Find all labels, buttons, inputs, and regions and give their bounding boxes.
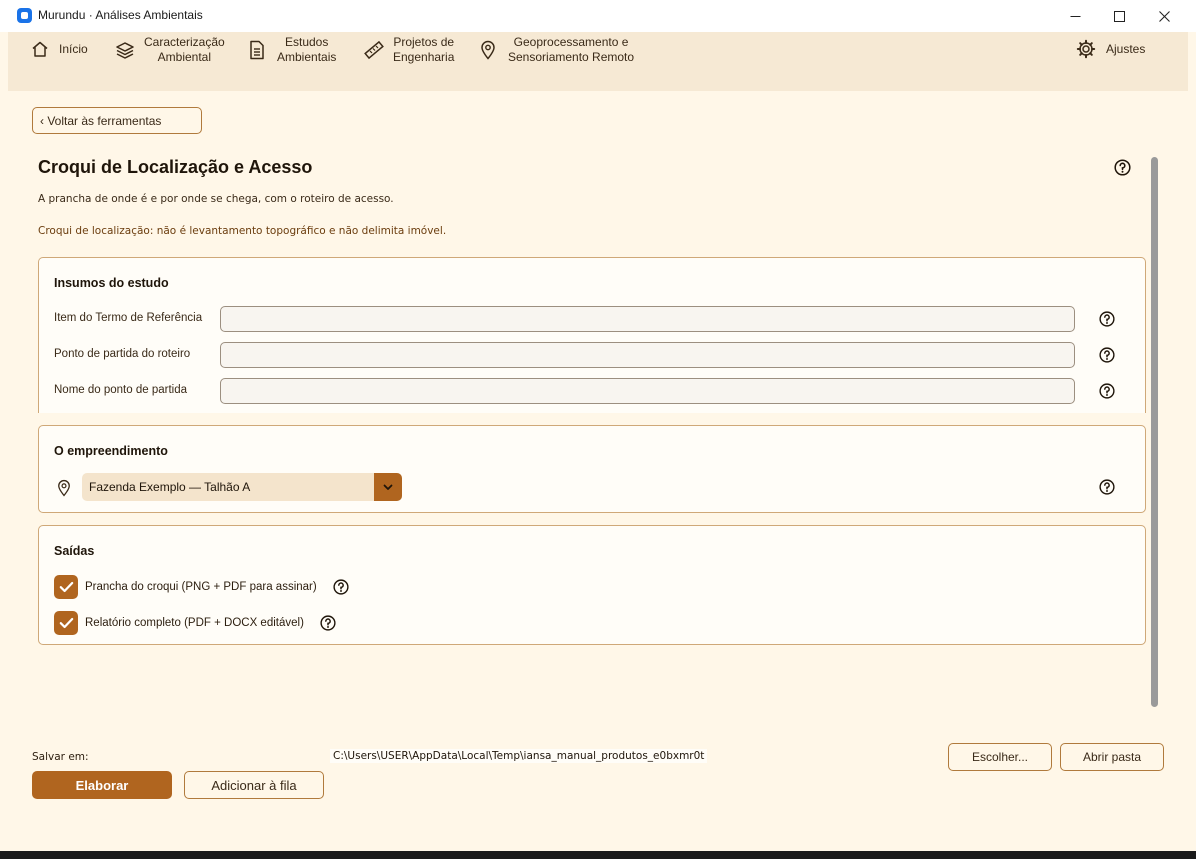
location-pin-icon [481, 40, 495, 60]
maximize-icon [1113, 10, 1125, 22]
nav-item-inicio[interactable]: Início [31, 40, 88, 58]
help-icon[interactable] [1099, 311, 1115, 327]
save-path-value: C:\Users\USER\AppData\Local\Temp\iansa_m… [330, 749, 708, 763]
panel-title: O empreendimento [54, 444, 168, 458]
start-name-input[interactable] [220, 378, 1075, 404]
nav-label: Caracterização Ambiental [144, 35, 225, 64]
nav-label: Início [59, 41, 88, 56]
chevron-down-icon[interactable] [374, 473, 402, 501]
panel-title: Saídas [54, 544, 95, 558]
minimize-button[interactable] [1052, 0, 1098, 32]
ruler-icon [364, 40, 384, 60]
help-icon[interactable] [1114, 159, 1131, 176]
nav-label: Geoprocessamento e Sensoriamento Remoto [508, 35, 635, 64]
page-note: Croqui de localização: não é levantament… [38, 225, 447, 237]
nav-label: Estudos Ambientais [277, 35, 337, 64]
top-navigation: Início Caracterização Ambiental Estudos … [8, 32, 1188, 91]
add-to-queue-button[interactable]: Adicionar à fila [184, 771, 324, 799]
save-location-label: Salvar em: [32, 751, 89, 763]
project-select-value: Fazenda Exemplo — Talhão A [89, 480, 251, 494]
help-icon[interactable] [1099, 347, 1115, 363]
check-icon [59, 617, 73, 629]
report-option-label: Relatório completo (PDF + DOCX editável) [85, 617, 304, 629]
minimize-icon [1070, 15, 1080, 17]
nav-label: Projetos de Engenharia [393, 35, 455, 64]
nav-item-geoprocessamento[interactable]: Geoprocessamento e Sensoriamento Remoto [480, 35, 634, 65]
nav-item-projetos[interactable]: Projetos de Engenharia [364, 35, 454, 65]
page-title: Croqui de Localização e Acesso [38, 157, 313, 177]
output-option-sheet[interactable]: Prancha do croqui (PNG + PDF para assina… [54, 575, 349, 599]
gear-icon [1076, 39, 1096, 59]
back-to-tools-button[interactable]: ‹ Voltar às ferramentas [32, 107, 202, 134]
panel-title: Insumos do estudo [54, 276, 169, 290]
maximize-button[interactable] [1096, 0, 1142, 32]
app-square-icon [17, 8, 32, 23]
sheet-option-label: Prancha do croqui (PNG + PDF para assina… [85, 581, 317, 593]
tr-item-input[interactable] [220, 306, 1075, 332]
document-icon [250, 40, 264, 60]
output-option-report[interactable]: Relatório completo (PDF + DOCX editável) [54, 611, 336, 635]
close-button[interactable] [1141, 0, 1187, 32]
project-panel: O empreendimento Fazenda Exemplo — Talhã… [38, 425, 1146, 513]
report-checkbox[interactable] [54, 611, 78, 635]
field-label: Nome do ponto de partida [54, 384, 187, 396]
elaborate-button[interactable]: Elaborar [32, 771, 172, 799]
window-title: Murundu · Análises Ambientais [38, 8, 203, 22]
help-icon[interactable] [1099, 479, 1115, 495]
help-icon[interactable] [320, 615, 336, 631]
page-subtitle: A prancha de onde é e por onde se chega,… [38, 193, 394, 205]
vertical-scrollbar[interactable] [1151, 157, 1158, 707]
open-folder-button[interactable]: Abrir pasta [1060, 743, 1164, 771]
outputs-panel: Saídas Prancha do croqui (PNG + PDF para… [38, 525, 1146, 645]
route-start-input[interactable] [220, 342, 1075, 368]
nav-item-estudos[interactable]: Estudos Ambientais [248, 35, 336, 65]
layers-icon [116, 42, 134, 59]
home-icon [32, 41, 48, 57]
sheet-checkbox[interactable] [54, 575, 78, 599]
app-window: Murundu · Análises Ambientais Início Car… [0, 0, 1196, 851]
nav-item-caracterizacao[interactable]: Caracterização Ambiental [115, 35, 225, 65]
title-bar: Murundu · Análises Ambientais [0, 0, 1196, 32]
help-icon[interactable] [1099, 383, 1115, 399]
nav-item-ajustes[interactable]: Ajustes [1076, 39, 1145, 59]
check-icon [59, 581, 73, 593]
choose-folder-button[interactable]: Escolher... [948, 743, 1052, 771]
field-label: Ponto de partida do roteiro [54, 348, 191, 360]
location-pin-icon [58, 479, 70, 497]
close-icon [1158, 10, 1170, 22]
field-label: Item do Termo de Referência [54, 312, 203, 324]
inputs-panel: Insumos do estudo Item do Termo de Refer… [38, 257, 1146, 413]
project-select[interactable]: Fazenda Exemplo — Talhão A [82, 473, 402, 501]
nav-label: Ajustes [1106, 41, 1146, 56]
help-icon[interactable] [333, 579, 349, 595]
